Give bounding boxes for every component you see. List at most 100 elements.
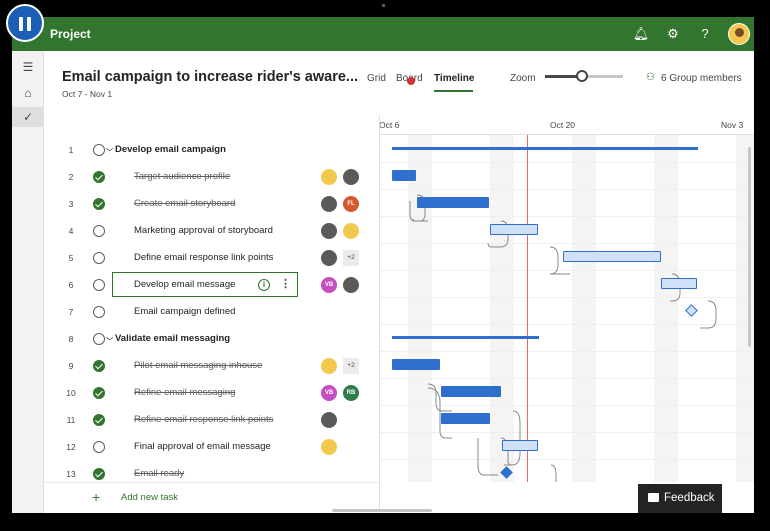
task-bar[interactable] (490, 224, 538, 235)
date-label: Oct 6 (379, 120, 400, 130)
group-row[interactable]: 8 ⌵ Validate email messaging (44, 326, 379, 353)
task-row[interactable]: 9 Pilot email messaging inhouse +2 (44, 353, 379, 380)
completion-checkbox[interactable] (93, 279, 105, 291)
more-icon[interactable]: ⋮ (280, 277, 291, 290)
row-number: 4 (68, 226, 74, 236)
summary-bar[interactable] (392, 336, 539, 339)
info-icon[interactable]: i (258, 279, 270, 291)
completion-checkbox[interactable] (93, 198, 105, 210)
assignee-avatar[interactable] (321, 439, 337, 455)
completion-checkbox[interactable] (93, 144, 105, 156)
task-bar[interactable] (661, 278, 697, 289)
completion-checkbox[interactable] (93, 468, 105, 480)
gear-icon[interactable]: ⚙ (664, 25, 682, 43)
task-name[interactable]: Develop email message (134, 279, 235, 290)
assignee-avatar[interactable]: FL (343, 196, 359, 212)
chevron-down-icon[interactable]: ⌵ (106, 335, 113, 343)
task-name[interactable]: Marketing approval of storyboard (134, 225, 273, 236)
assignee-avatar[interactable] (343, 277, 359, 293)
date-label: Oct 20 (550, 120, 576, 130)
chevron-down-icon[interactable]: ⌵ (106, 146, 113, 154)
task-name[interactable]: Refine email messaging (134, 387, 235, 398)
add-task-label[interactable]: Add new task (121, 492, 178, 503)
task-row[interactable]: 12 Final approval of email message (44, 434, 379, 461)
plan-title: Email campaign to increase rider's aware… (62, 69, 358, 85)
task-name[interactable]: Pilot email messaging inhouse (134, 360, 262, 371)
assignee-avatar[interactable]: VB (321, 385, 337, 401)
home-icon[interactable]: ⌂ (18, 83, 38, 103)
task-bar[interactable] (441, 386, 501, 397)
task-bar[interactable] (563, 251, 661, 262)
task-bar[interactable] (392, 170, 416, 181)
tab-timeline[interactable]: Timeline (434, 73, 474, 84)
assignee-avatar[interactable] (321, 358, 337, 374)
assignee-avatar[interactable]: RB (343, 385, 359, 401)
task-row[interactable]: 2 Target audience profile (44, 164, 379, 191)
row-number: 5 (68, 253, 74, 263)
bell-icon[interactable]: 🔔︎ (632, 25, 650, 43)
assignee-avatar[interactable] (321, 412, 337, 428)
task-name[interactable]: Create email storyboard (134, 198, 235, 209)
task-name[interactable]: Refine email response link points (134, 414, 273, 425)
more-assignees-badge[interactable]: +2 (343, 358, 359, 374)
menu-icon[interactable]: ☰ (18, 57, 38, 77)
task-row[interactable]: 4 Marketing approval of storyboard (44, 218, 379, 245)
task-name[interactable]: Email campaign defined (134, 306, 235, 317)
assignee-avatar[interactable] (321, 223, 337, 239)
assignee-avatar[interactable]: VB (321, 277, 337, 293)
check-icon[interactable]: ✓ (12, 107, 44, 127)
row-number: 13 (66, 469, 76, 479)
task-bar[interactable] (417, 197, 489, 208)
completion-checkbox[interactable] (93, 441, 105, 453)
app-window: Project 🔔︎ ⚙ ? ☰ ⌂ ✓ Email campaign to i… (12, 17, 754, 513)
row-number: 7 (68, 307, 74, 317)
assignee-avatar[interactable] (321, 196, 337, 212)
completion-checkbox[interactable] (93, 414, 105, 426)
zoom-slider-thumb[interactable] (576, 70, 589, 82)
task-row[interactable]: 11 Refine email response link points (44, 407, 379, 434)
group-members-button[interactable]: 6 Group members (661, 73, 742, 84)
assignee-avatar[interactable] (343, 169, 359, 185)
user-avatar[interactable] (728, 23, 750, 45)
feedback-button[interactable]: Feedback (638, 484, 722, 513)
task-bar[interactable] (441, 413, 490, 424)
completion-checkbox[interactable] (93, 360, 105, 372)
date-label: Nov 3 (721, 120, 744, 130)
task-name[interactable]: Final approval of email message (134, 441, 271, 452)
more-assignees-badge[interactable]: +2 (343, 250, 359, 266)
task-row[interactable]: 3 Create email storyboard FL (44, 191, 379, 218)
top-indicator (382, 4, 385, 7)
task-row[interactable]: 10 Refine email messaging VB RB (44, 380, 379, 407)
task-row[interactable]: 5 Define email response link points +2 (44, 245, 379, 272)
summary-bar[interactable] (392, 147, 698, 150)
row-number: 11 (66, 415, 76, 425)
dependency-links (409, 194, 717, 482)
completion-checkbox[interactable] (93, 225, 105, 237)
completion-checkbox[interactable] (93, 387, 105, 399)
group-members-icon[interactable]: ⚇ (646, 72, 655, 83)
group-row[interactable]: 1 ⌵ Develop email campaign (44, 137, 379, 164)
assignee-avatar[interactable] (343, 223, 359, 239)
help-icon[interactable]: ? (696, 25, 714, 43)
horizontal-scrollbar[interactable] (332, 509, 432, 512)
completion-checkbox[interactable] (93, 306, 105, 318)
completion-checkbox[interactable] (93, 252, 105, 264)
task-name[interactable]: Define email response link points (134, 252, 273, 263)
tab-grid[interactable]: Grid (367, 73, 386, 84)
completion-checkbox[interactable] (93, 171, 105, 183)
task-name[interactable]: Develop email campaign (115, 144, 226, 155)
task-name[interactable]: Target audience profile (134, 171, 230, 182)
row-number: 1 (68, 145, 74, 155)
assignee-avatar[interactable] (321, 250, 337, 266)
task-row[interactable]: 7 Email campaign defined (44, 299, 379, 326)
plus-icon[interactable]: + (92, 489, 100, 505)
assignee-avatar[interactable] (321, 169, 337, 185)
task-name[interactable]: Validate email messaging (115, 333, 230, 344)
vertical-scrollbar[interactable] (748, 147, 751, 347)
task-bar[interactable] (502, 440, 538, 451)
task-name[interactable]: Email ready (134, 468, 184, 479)
pause-icon[interactable] (6, 4, 44, 42)
add-task-row[interactable]: + Add new task (44, 482, 379, 513)
completion-checkbox[interactable] (93, 333, 105, 345)
task-bar[interactable] (392, 359, 440, 370)
